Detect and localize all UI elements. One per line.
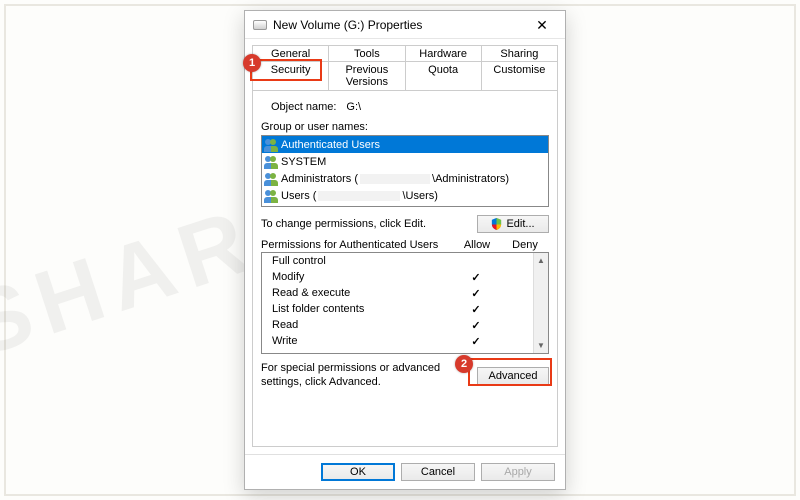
permission-row[interactable]: Read [262, 317, 548, 333]
tab-general[interactable]: General [252, 45, 329, 62]
tab-previous-versions[interactable]: Previous Versions [328, 61, 405, 90]
group-user-names-label: Group or user names: [261, 121, 549, 133]
annotation-marker-2: 2 [455, 355, 473, 373]
cancel-button[interactable]: Cancel [401, 463, 475, 481]
users-icon [264, 189, 278, 203]
users-icon [264, 155, 278, 169]
tab-quota[interactable]: Quota [405, 61, 482, 90]
tab-security[interactable]: Security [252, 61, 329, 90]
object-name-value: G:\ [346, 101, 361, 113]
permission-row[interactable]: Read & execute [262, 285, 548, 301]
permissions-header: Permissions for Authenticated Users Allo… [261, 239, 549, 251]
permission-name: List folder contents [272, 303, 452, 315]
permission-name: Write [272, 335, 452, 347]
permission-name: Read & execute [272, 287, 452, 299]
permissions-deny-header: Deny [501, 239, 549, 251]
permission-row[interactable]: Full control [262, 253, 548, 269]
dialog-buttons: OK Cancel Apply [245, 454, 565, 489]
tabs: General Tools Hardware Sharing Security … [245, 39, 565, 90]
advanced-button[interactable]: Advanced [477, 367, 549, 385]
list-item[interactable]: Users (\Users) [262, 187, 548, 204]
drive-icon [253, 20, 267, 30]
group-user-names-list[interactable]: Authenticated Users SYSTEM Administrators … [261, 135, 549, 207]
advanced-row: For special permissions or advanced sett… [261, 362, 549, 390]
permissions-list[interactable]: Full control Modify Read & execute List fol… [261, 252, 549, 354]
object-name-row: Object name: G:\ [271, 101, 549, 113]
advanced-hint: For special permissions or advanced sett… [261, 362, 473, 390]
object-name-label: Object name: [271, 101, 336, 113]
scrollbar[interactable]: ▲ ▼ [533, 253, 548, 353]
permission-allow [452, 271, 500, 284]
edit-button[interactable]: Edit... [477, 215, 549, 233]
redacted-text [360, 174, 430, 184]
list-item[interactable]: SYSTEM [262, 153, 548, 170]
uac-shield-icon [491, 218, 502, 230]
permission-row[interactable]: Modify [262, 269, 548, 285]
list-item[interactable]: Authenticated Users [262, 136, 548, 153]
properties-dialog: New Volume (G:) Properties ✕ General Too… [244, 10, 566, 490]
users-icon [264, 138, 278, 152]
tabs-row-2: Security Previous Versions Quota Customi… [252, 61, 558, 90]
edit-row: To change permissions, click Edit. Edit.… [261, 215, 549, 233]
tab-hardware[interactable]: Hardware [405, 45, 482, 62]
titlebar[interactable]: New Volume (G:) Properties ✕ [245, 11, 565, 39]
window-title: New Volume (G:) Properties [273, 18, 525, 32]
ok-button[interactable]: OK [321, 463, 395, 481]
annotation-marker-1: 1 [243, 54, 261, 72]
permission-name: Full control [272, 255, 452, 267]
permission-allow [452, 303, 500, 316]
permission-allow [452, 319, 500, 332]
apply-button: Apply [481, 463, 555, 481]
list-item-label: SYSTEM [281, 156, 326, 168]
permission-name: Modify [272, 271, 452, 283]
close-button[interactable]: ✕ [525, 15, 559, 35]
tab-tools[interactable]: Tools [328, 45, 405, 62]
scroll-up-icon[interactable]: ▲ [534, 253, 548, 268]
tabs-row-1: General Tools Hardware Sharing [252, 45, 558, 62]
permission-allow [452, 287, 500, 300]
list-item[interactable]: Administrators (\Administrators) [262, 170, 548, 187]
permission-name: Read [272, 319, 452, 331]
tab-customise[interactable]: Customise [481, 61, 558, 90]
list-item-label: Authenticated Users [281, 139, 380, 151]
list-item-label: Users ( [281, 190, 316, 202]
permission-row[interactable]: Write [262, 333, 548, 349]
permissions-title: Permissions for Authenticated Users [261, 239, 453, 251]
tab-content: Object name: G:\ Group or user names: Au… [252, 90, 558, 447]
redacted-text [318, 191, 400, 201]
users-icon [264, 172, 278, 186]
permission-row[interactable]: List folder contents [262, 301, 548, 317]
tab-sharing[interactable]: Sharing [481, 45, 558, 62]
edit-button-label: Edit... [506, 218, 534, 230]
scroll-down-icon[interactable]: ▼ [534, 338, 548, 353]
list-item-label: Administrators ( [281, 173, 358, 185]
edit-hint: To change permissions, click Edit. [261, 218, 426, 230]
permissions-allow-header: Allow [453, 239, 501, 251]
permission-allow [452, 335, 500, 348]
